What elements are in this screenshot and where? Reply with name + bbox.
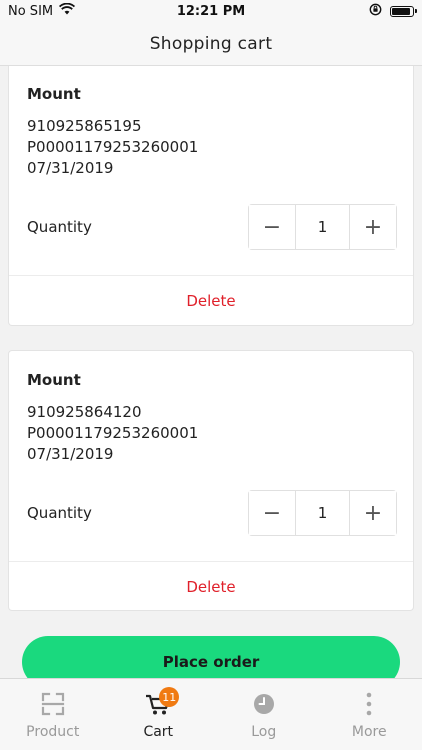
item-date: 07/31/2019 bbox=[27, 445, 114, 463]
quantity-label: Quantity bbox=[27, 504, 92, 522]
delete-button[interactable]: Delete bbox=[9, 562, 413, 612]
tab-label: Product bbox=[26, 724, 80, 740]
quantity-value[interactable]: 1 bbox=[295, 205, 350, 249]
nav-bar: Shopping cart bbox=[0, 22, 422, 66]
item-code: 910925865195 bbox=[27, 117, 142, 135]
tab-label: Log bbox=[251, 724, 277, 740]
tab-product[interactable]: Product bbox=[0, 679, 106, 750]
cart-content[interactable]: Mount 910925865195 P00001179253260001 07… bbox=[0, 66, 422, 678]
quantity-stepper: − 1 + bbox=[248, 204, 397, 250]
minus-icon: − bbox=[262, 500, 282, 526]
minus-icon: − bbox=[262, 214, 282, 240]
decrement-button[interactable]: − bbox=[249, 491, 295, 535]
item-serial: P00001179253260001 bbox=[27, 138, 199, 156]
item-name: Mount bbox=[27, 371, 81, 389]
tab-cart[interactable]: 11 Cart bbox=[106, 679, 212, 750]
battery-icon bbox=[390, 5, 417, 17]
carrier-label: No SIM bbox=[8, 3, 54, 19]
tab-more[interactable]: More bbox=[317, 679, 422, 750]
status-left: No SIM bbox=[8, 2, 76, 19]
plus-icon: + bbox=[363, 500, 383, 526]
cart-item-card: Mount 910925865195 P00001179253260001 07… bbox=[8, 66, 414, 326]
status-bar: No SIM 12:21 PM bbox=[0, 0, 422, 22]
place-order-button[interactable]: Place order bbox=[22, 636, 400, 678]
more-vertical-icon bbox=[356, 691, 382, 717]
plus-icon: + bbox=[363, 214, 383, 240]
cart-icon: 11 bbox=[145, 687, 180, 717]
decrement-button[interactable]: − bbox=[249, 205, 295, 249]
item-code: 910925864120 bbox=[27, 403, 142, 421]
quantity-label: Quantity bbox=[27, 218, 92, 236]
orientation-lock-icon bbox=[369, 3, 382, 20]
clock-icon bbox=[251, 691, 277, 717]
item-details: 910925864120 P00001179253260001 07/31/20… bbox=[27, 402, 198, 465]
delete-button[interactable]: Delete bbox=[9, 276, 413, 326]
wifi-icon bbox=[59, 2, 76, 19]
item-details: 910925865195 P00001179253260001 07/31/20… bbox=[27, 116, 198, 179]
tab-label: More bbox=[351, 724, 387, 740]
cart-item-card: Mount 910925864120 P00001179253260001 07… bbox=[8, 350, 414, 611]
quantity-value[interactable]: 1 bbox=[295, 491, 350, 535]
quantity-stepper: − 1 + bbox=[248, 490, 397, 536]
increment-button[interactable]: + bbox=[350, 491, 396, 535]
page-title: Shopping cart bbox=[149, 33, 273, 54]
cart-count-badge: 11 bbox=[159, 687, 180, 707]
item-date: 07/31/2019 bbox=[27, 159, 114, 177]
item-name: Mount bbox=[27, 85, 81, 103]
tab-bar: Product 11 Cart Log More bbox=[0, 678, 422, 750]
increment-button[interactable]: + bbox=[350, 205, 396, 249]
item-serial: P00001179253260001 bbox=[27, 424, 199, 442]
scan-icon bbox=[40, 691, 66, 717]
status-right bbox=[369, 3, 417, 20]
tab-label: Cart bbox=[143, 724, 174, 740]
tab-log[interactable]: Log bbox=[211, 679, 317, 750]
